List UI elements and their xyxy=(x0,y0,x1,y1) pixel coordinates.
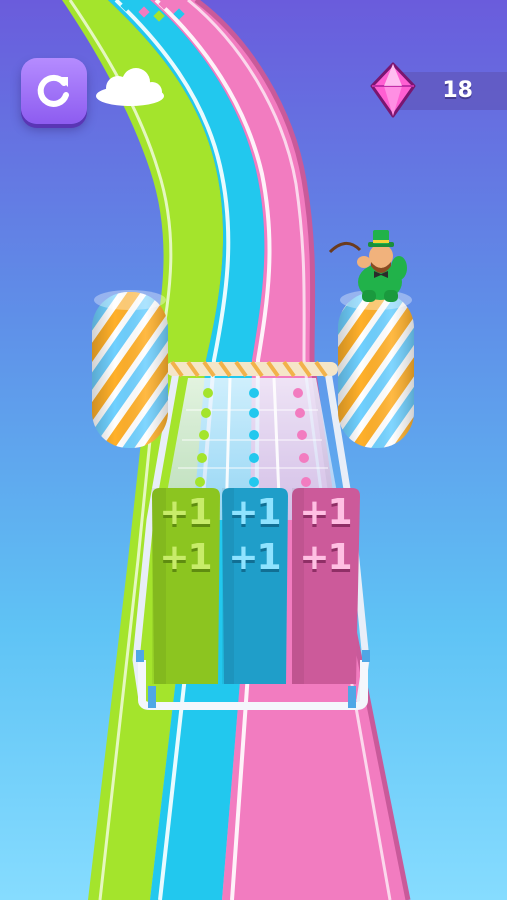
restart-button[interactable] xyxy=(21,58,87,124)
restart-icon xyxy=(34,71,74,111)
counter-green-label-2: +1 xyxy=(159,537,212,578)
game-scene xyxy=(0,0,507,900)
marshmallow-wheel-right xyxy=(338,290,414,448)
pink-gem-icon xyxy=(368,62,418,118)
gem-count: 18 xyxy=(442,78,473,103)
counter-blue-label-1: +1 xyxy=(228,492,281,533)
counter-pink-label-1: +1 xyxy=(299,492,352,533)
counter-blue-label-2: +1 xyxy=(228,537,281,578)
counter-green-label-1: +1 xyxy=(159,492,212,533)
game-screen[interactable]: +1 +1 +1 +1 +1 +1 18 xyxy=(0,0,507,900)
counter-pink-label-2: +1 xyxy=(299,537,352,578)
marshmallow-wheel-left xyxy=(92,290,168,448)
